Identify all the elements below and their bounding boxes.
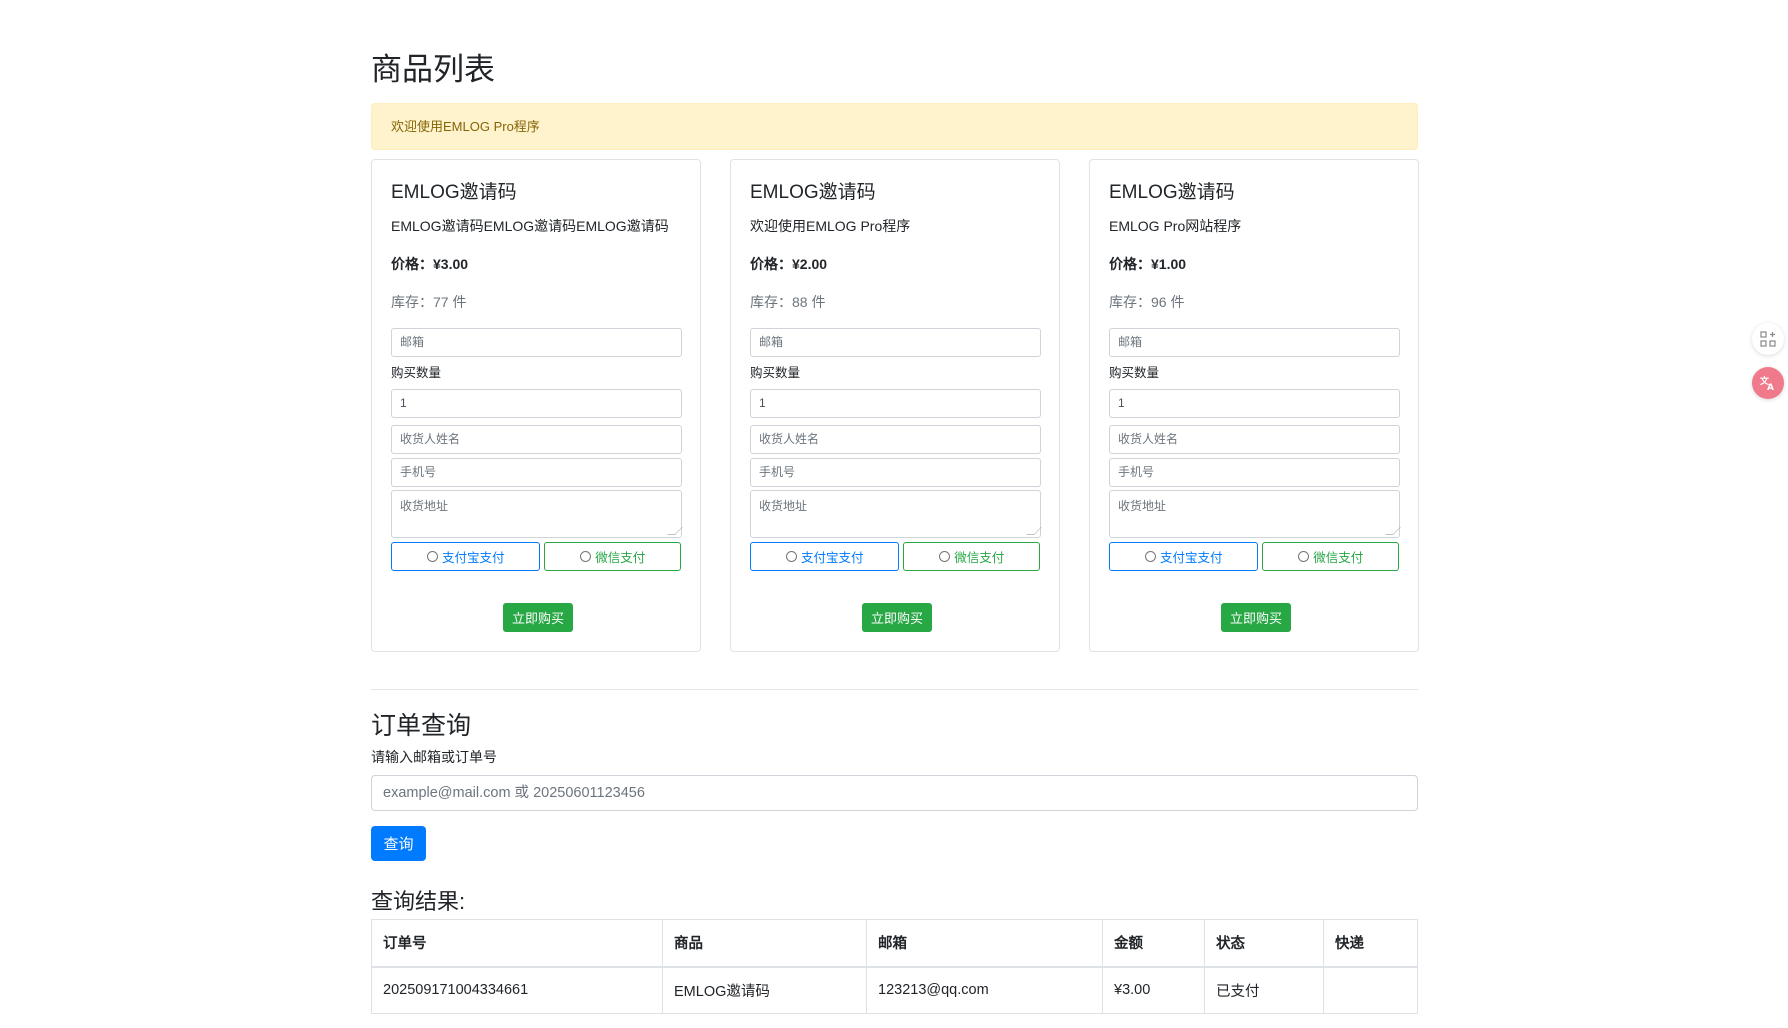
payment-options: 支付宝支付 微信支付 <box>391 542 681 571</box>
table-row: 202509171004334661 EMLOG邀请码 123213@qq.co… <box>371 966 1418 1014</box>
email-cell: 123213@qq.com <box>866 966 1103 1014</box>
express-cell <box>1323 966 1418 1014</box>
query-button[interactable]: 查询 <box>371 826 426 861</box>
product-name: EMLOG邀请码 <box>391 182 517 203</box>
order-query-label: 请输入邮箱或订单号 <box>371 749 497 765</box>
column-header: 邮箱 <box>866 919 1103 968</box>
side-toolbar: 文 A <box>1748 323 1788 413</box>
address-placeholder: 收货地址 <box>759 499 808 513</box>
notice-alert: 欢迎使用EMLOG Pro程序 <box>371 103 1418 150</box>
product-description: EMLOG Pro网站程序 <box>1109 218 1242 234</box>
product-description: EMLOG邀请码EMLOG邀请码EMLOG邀请码 <box>391 218 669 234</box>
product-stock: 库存：96 件 <box>1109 294 1185 310</box>
receiver-name-input[interactable]: 收货人姓名 <box>391 425 682 454</box>
product-description: 欢迎使用EMLOG Pro程序 <box>750 218 911 234</box>
status-cell: 已支付 <box>1204 966 1324 1014</box>
column-header: 金额 <box>1102 919 1205 968</box>
quantity-input[interactable]: 1 <box>1109 389 1400 418</box>
column-header: 订单号 <box>371 919 663 968</box>
email-input[interactable]: 邮箱 <box>391 328 682 357</box>
column-header: 状态 <box>1204 919 1324 968</box>
product-list: EMLOG邀请码 EMLOG邀请码EMLOG邀请码EMLOG邀请码 价格：¥3.… <box>371 159 1419 652</box>
product-name: EMLOG邀请码 <box>1109 182 1235 203</box>
radio-icon[interactable] <box>1144 551 1156 562</box>
order-results-table: 订单号 商品 邮箱 金额 状态 快递 202509171004334661 EM… <box>371 919 1418 1014</box>
product-card: EMLOG邀请码 EMLOG邀请码EMLOG邀请码EMLOG邀请码 价格：¥3.… <box>371 159 701 652</box>
product-card: EMLOG邀请码 欢迎使用EMLOG Pro程序 价格：¥2.00 库存：88 … <box>730 159 1060 652</box>
radio-icon[interactable] <box>785 551 797 562</box>
quantity-label: 购买数量 <box>1109 366 1160 380</box>
alipay-option[interactable]: 支付宝支付 <box>1109 542 1259 571</box>
translate-icon[interactable]: 文 A <box>1752 367 1784 399</box>
receiver-name-input[interactable]: 收货人姓名 <box>1109 425 1400 454</box>
wechat-pay-option[interactable]: 微信支付 <box>1262 542 1399 571</box>
address-textarea[interactable]: 收货地址 <box>1109 490 1401 538</box>
buy-now-button[interactable]: 立即购买 <box>862 603 932 632</box>
order-query-input[interactable]: example@mail.com 或 20250601123456 <box>371 775 1418 811</box>
phone-input[interactable]: 手机号 <box>391 458 682 487</box>
address-textarea[interactable]: 收货地址 <box>750 490 1042 538</box>
amount-cell: ¥3.00 <box>1102 966 1205 1014</box>
buy-now-button[interactable]: 立即购买 <box>503 603 573 632</box>
phone-input[interactable]: 手机号 <box>1109 458 1400 487</box>
column-header: 快递 <box>1323 919 1418 968</box>
wechat-pay-label: 微信支付 <box>1313 551 1364 565</box>
product-price: 价格：¥2.00 <box>750 256 828 272</box>
radio-icon[interactable] <box>939 551 951 562</box>
order-query-title: 订单查询 <box>371 712 472 740</box>
product-price: 价格：¥1.00 <box>1109 256 1187 272</box>
email-input[interactable]: 邮箱 <box>1109 328 1400 357</box>
query-results-title: 查询结果: <box>371 889 466 914</box>
radio-icon[interactable] <box>426 551 438 562</box>
product-stock: 库存：88 件 <box>750 294 826 310</box>
wechat-pay-label: 微信支付 <box>954 551 1005 565</box>
quantity-label: 购买数量 <box>391 366 442 380</box>
qr-code-icon[interactable] <box>1752 323 1784 355</box>
svg-text:A: A <box>1767 383 1774 392</box>
alipay-option[interactable]: 支付宝支付 <box>750 542 900 571</box>
quantity-input[interactable]: 1 <box>391 389 682 418</box>
address-textarea[interactable]: 收货地址 <box>391 490 683 538</box>
wechat-pay-label: 微信支付 <box>595 551 646 565</box>
page-title: 商品列表 <box>371 52 495 87</box>
product-card: EMLOG邀请码 EMLOG Pro网站程序 价格：¥1.00 库存：96 件 … <box>1089 159 1419 652</box>
column-header: 商品 <box>662 919 867 968</box>
alipay-option[interactable]: 支付宝支付 <box>391 542 541 571</box>
product-stock: 库存：77 件 <box>391 294 467 310</box>
product-price: 价格：¥3.00 <box>391 256 469 272</box>
resize-handle-icon[interactable] <box>1026 527 1042 535</box>
alipay-label: 支付宝支付 <box>441 551 505 565</box>
resize-handle-icon[interactable] <box>1385 527 1401 535</box>
alipay-label: 支付宝支付 <box>1159 551 1223 565</box>
address-placeholder: 收货地址 <box>1118 499 1167 513</box>
radio-icon[interactable] <box>1298 551 1310 562</box>
alipay-label: 支付宝支付 <box>800 551 864 565</box>
address-placeholder: 收货地址 <box>400 499 449 513</box>
receiver-name-input[interactable]: 收货人姓名 <box>750 425 1041 454</box>
email-input[interactable]: 邮箱 <box>750 328 1041 357</box>
resize-handle-icon[interactable] <box>667 527 683 535</box>
radio-icon[interactable] <box>580 551 592 562</box>
quantity-label: 购买数量 <box>750 366 801 380</box>
section-divider <box>371 689 1418 690</box>
table-header-row: 订单号 商品 邮箱 金额 状态 快递 <box>371 919 1418 968</box>
phone-input[interactable]: 手机号 <box>750 458 1041 487</box>
wechat-pay-option[interactable]: 微信支付 <box>544 542 681 571</box>
order-id-cell: 202509171004334661 <box>371 966 663 1014</box>
payment-options: 支付宝支付 微信支付 <box>1109 542 1399 571</box>
buy-now-button[interactable]: 立即购买 <box>1221 603 1291 632</box>
product-cell: EMLOG邀请码 <box>662 966 867 1014</box>
wechat-pay-option[interactable]: 微信支付 <box>903 542 1040 571</box>
product-name: EMLOG邀请码 <box>750 182 876 203</box>
payment-options: 支付宝支付 微信支付 <box>750 542 1040 571</box>
quantity-input[interactable]: 1 <box>750 389 1041 418</box>
